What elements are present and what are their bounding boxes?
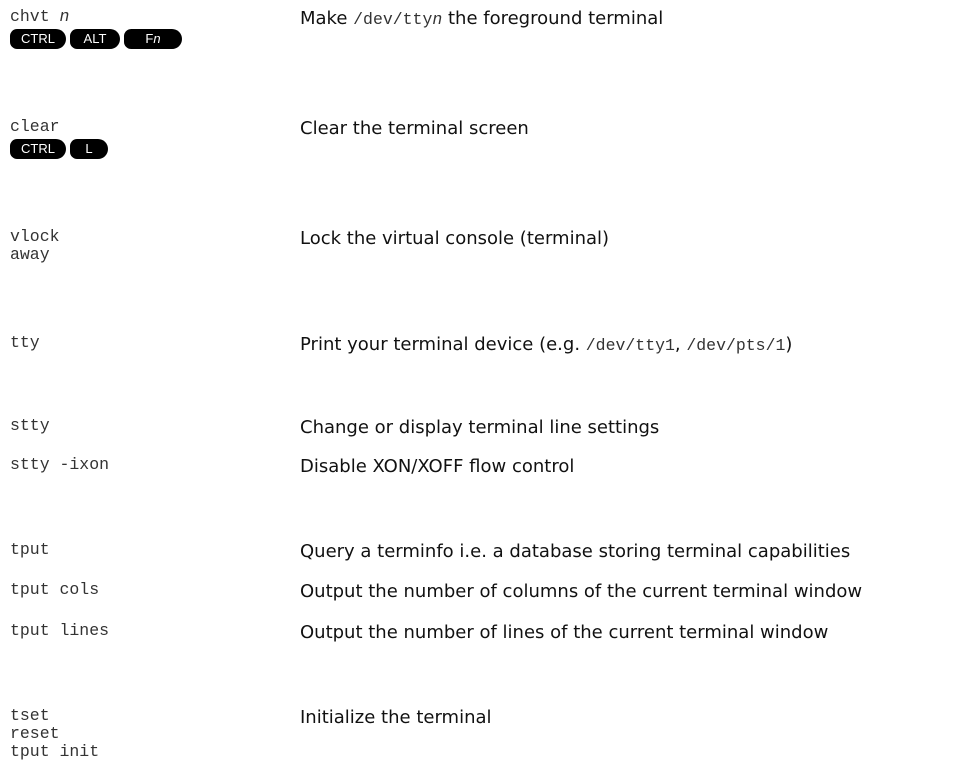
command-text: vlock — [10, 227, 60, 246]
command-option: away — [10, 245, 50, 264]
key-combo: CTRL L — [10, 139, 280, 159]
command-name: chvt — [10, 7, 60, 26]
command-cell: clear CTRL L — [10, 118, 280, 159]
description: Clear the terminal screen — [300, 118, 529, 139]
key-ctrl: CTRL — [10, 139, 66, 159]
command-cell: tput — [10, 541, 280, 559]
command-arg: n — [59, 7, 70, 26]
command-text: clear — [10, 117, 60, 136]
key-combo: CTRL ALT Fn — [10, 29, 280, 49]
description: Initialize the terminal — [300, 707, 492, 728]
key-alt: ALT — [70, 29, 120, 49]
description: Query a terminfo i.e. a database storing… — [300, 541, 851, 562]
command-text: tty — [10, 333, 40, 352]
command-text: tput — [10, 540, 50, 559]
command-cell: vlock away — [10, 228, 280, 264]
description: Disable XON/XOFF flow control — [300, 456, 575, 477]
description: Output the number of lines of the curren… — [300, 622, 829, 643]
key-ctrl: CTRL — [10, 29, 66, 49]
command-text: tset — [10, 706, 50, 725]
command-text: stty -ixon — [10, 455, 110, 474]
command-cell: stty — [10, 417, 280, 435]
description: Print your terminal device (e.g. /dev/tt… — [300, 334, 793, 355]
command-cell: tput lines — [10, 622, 280, 640]
command-text: chvt n — [10, 8, 280, 26]
command-cell: tput cols — [10, 581, 280, 599]
command-text: tput lines — [10, 621, 110, 640]
key-fn: Fn — [124, 29, 182, 49]
description: Change or display terminal line settings — [300, 417, 660, 438]
description: Make /dev/ttyn the foreground terminal — [300, 8, 664, 29]
description: Lock the virtual console (terminal) — [300, 228, 610, 249]
command-text: stty — [10, 416, 50, 435]
description: Output the number of columns of the curr… — [300, 581, 863, 602]
command-alias: reset — [10, 724, 60, 743]
command-cell: stty -ixon — [10, 456, 280, 474]
command-cell: tset reset tput init — [10, 707, 280, 761]
command-alias: tput init — [10, 742, 100, 761]
command-cell: chvt n CTRL ALT Fn — [10, 8, 280, 49]
key-l: L — [70, 139, 108, 159]
command-text: tput cols — [10, 580, 100, 599]
command-cell: tty — [10, 334, 280, 352]
